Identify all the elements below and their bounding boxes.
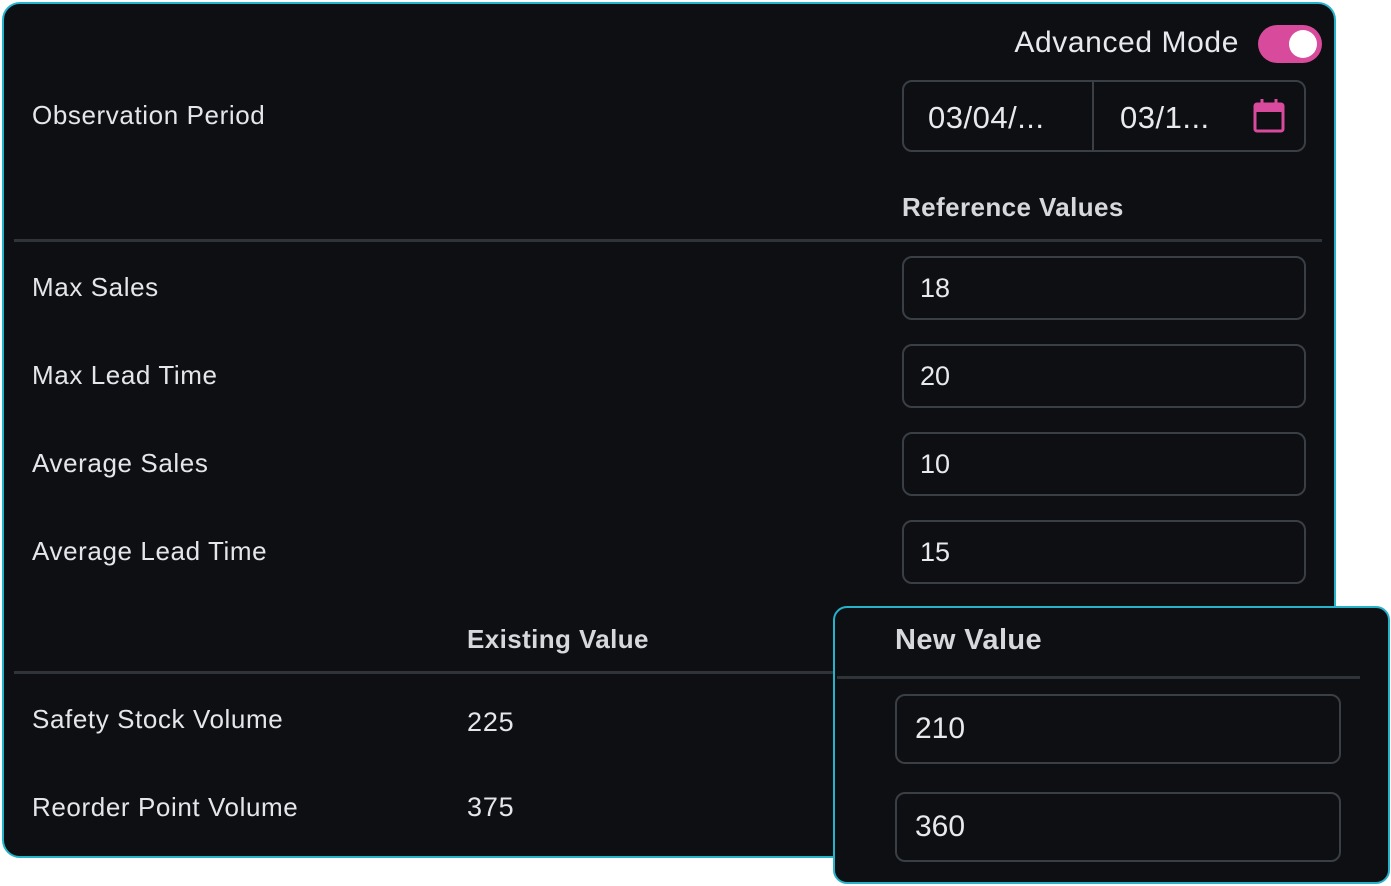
reorder-point-new-value-input[interactable] [895,792,1341,862]
reorder-point-volume-label: Reorder Point Volume [32,792,299,822]
safety-stock-new-value-input[interactable] [895,694,1341,764]
calendar-icon[interactable] [1252,98,1286,134]
existing-value-header: Existing Value [467,624,649,654]
observation-period-date-range[interactable]: 03/04/... 03/1... [902,80,1306,152]
reference-divider [14,239,1322,242]
max-lead-time-label: Max Lead Time [32,360,218,390]
max-sales-input[interactable] [902,256,1306,320]
new-value-header: New Value [895,624,1043,656]
max-sales-label: Max Sales [32,272,159,302]
max-lead-time-input[interactable] [902,344,1306,408]
safety-stock-volume-label: Safety Stock Volume [32,704,284,734]
reference-values-header: Reference Values [902,192,1124,222]
average-sales-label: Average Sales [32,448,209,478]
toggle-knob [1289,30,1317,58]
advanced-mode-label: Advanced Mode [1014,26,1239,59]
average-lead-time-input[interactable] [902,520,1306,584]
observation-period-label: Observation Period [32,100,266,130]
new-value-divider [837,676,1360,679]
average-lead-time-label: Average Lead Time [32,536,268,566]
start-date-field[interactable]: 03/04/... [928,100,1045,136]
date-range-separator [1092,82,1094,150]
reorder-point-existing-value: 375 [467,792,515,822]
new-value-panel: New Value [833,606,1390,884]
average-sales-input[interactable] [902,432,1306,496]
advanced-mode-toggle[interactable] [1258,25,1322,63]
safety-stock-existing-value: 225 [467,707,515,737]
end-date-field[interactable]: 03/1... [1120,100,1210,136]
